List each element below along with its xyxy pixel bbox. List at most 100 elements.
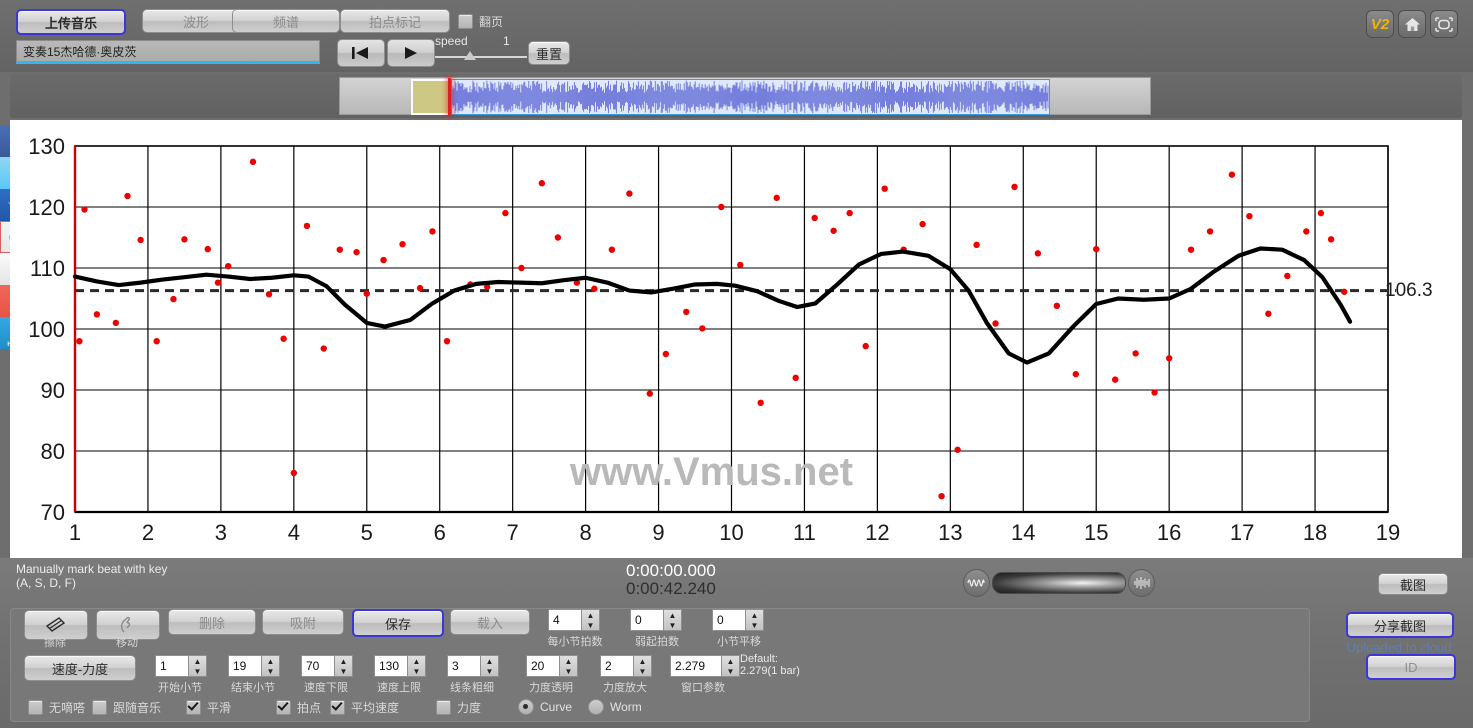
- follow-music-checkbox-row[interactable]: 跟随音乐: [92, 699, 161, 716]
- average-tempo-checkbox[interactable]: [330, 700, 345, 715]
- volume-slider[interactable]: [991, 572, 1127, 594]
- end-bar-stepper[interactable]: 19 ▲ ▼: [228, 655, 280, 677]
- pickup-beats-stepper[interactable]: 0 ▲ ▼: [630, 609, 682, 631]
- pickup-beats-arrows[interactable]: ▲ ▼: [664, 609, 682, 631]
- line-width-arrows[interactable]: ▲ ▼: [481, 655, 499, 677]
- home-icon[interactable]: [1398, 10, 1426, 38]
- tempo-max-value[interactable]: 130: [374, 655, 408, 677]
- smooth-checkbox-row[interactable]: 平滑: [186, 699, 231, 716]
- velocity-scale-value[interactable]: 2: [600, 655, 634, 677]
- tempo-chart-canvas[interactable]: 7080901001101201301 2 3 4 5 6 7 8 9 10 11 12 13 14 15 1…: [10, 120, 1462, 558]
- tempo-chart[interactable]: 70 80 90 100 110 120 130 1 2 3 4 5 6 7 8 9 10 11 12 13 14 15 1…: [10, 120, 1462, 558]
- curve-radio-row[interactable]: Curve: [518, 699, 572, 715]
- manual-beat-hint: Manually mark beat with key (A, S, D, F): [16, 562, 167, 590]
- tempo-min-stepper[interactable]: 70 ▲ ▼: [301, 655, 353, 677]
- beat-points-checkbox[interactable]: [276, 700, 291, 715]
- line-width-stepper[interactable]: 3 ▲ ▼: [447, 655, 499, 677]
- velocity-checkbox-row[interactable]: 力度: [436, 699, 481, 716]
- waveform-active-region[interactable]: [451, 79, 1050, 115]
- start-bar-arrows[interactable]: ▲ ▼: [189, 655, 207, 677]
- snapshot-button[interactable]: 截图: [1378, 573, 1448, 595]
- window-param-arrows[interactable]: ▲ ▼: [722, 655, 740, 677]
- fullscreen-icon[interactable]: [1430, 10, 1458, 38]
- line-width-value[interactable]: 3: [447, 655, 481, 677]
- worm-radio-row[interactable]: Worm: [588, 699, 642, 715]
- beats-per-bar-value[interactable]: 4: [548, 609, 582, 631]
- volume-control[interactable]: [963, 569, 1155, 597]
- velocity-checkbox[interactable]: [436, 700, 451, 715]
- tab-beat-marks[interactable]: 拍点标记: [340, 9, 450, 33]
- tempo-velocity-label: 速度-力度: [51, 661, 109, 677]
- tempo-min-value[interactable]: 70: [301, 655, 335, 677]
- velocity-opacity-value[interactable]: 20: [526, 655, 560, 677]
- worm-radio[interactable]: [588, 699, 604, 715]
- tab-upload-music-label: 上传音乐: [44, 15, 97, 31]
- v2-badge-icon[interactable]: V2: [1366, 10, 1394, 38]
- beat-points-checkbox-row[interactable]: 拍点: [276, 699, 321, 716]
- end-bar-value[interactable]: 19: [228, 655, 262, 677]
- cloud-id-label: ID: [1404, 659, 1418, 675]
- pickup-beats-value[interactable]: 0: [630, 609, 664, 631]
- hand-move-icon: [120, 616, 131, 633]
- tab-spectrum[interactable]: 频谱: [232, 9, 340, 33]
- start-bar-stepper[interactable]: 1 ▲ ▼: [155, 655, 207, 677]
- start-bar-value[interactable]: 1: [155, 655, 189, 677]
- curve-radio[interactable]: [518, 699, 534, 715]
- end-bar-arrows[interactable]: ▲ ▼: [262, 655, 280, 677]
- waveform-overview-bar[interactable]: [10, 74, 1462, 118]
- tempo-velocity-button[interactable]: 速度-力度: [24, 655, 136, 681]
- svg-text:7: 7: [507, 520, 519, 545]
- flip-page-checkbox[interactable]: [458, 14, 473, 29]
- bar-offset-arrows[interactable]: ▲ ▼: [746, 609, 764, 631]
- eraser-icon: [45, 617, 66, 632]
- no-tick-checkbox[interactable]: [28, 700, 43, 715]
- worm-label: Worm: [610, 700, 642, 714]
- waveform-selection-box[interactable]: [411, 79, 451, 115]
- bar-offset-value[interactable]: 0: [712, 609, 746, 631]
- share-screenshot-button[interactable]: 分享截图: [1346, 612, 1454, 638]
- velocity-scale-stepper[interactable]: 2 ▲ ▼: [600, 655, 652, 677]
- smooth-checkbox[interactable]: [186, 700, 201, 715]
- flip-page-checkbox-row[interactable]: 翻页: [458, 13, 503, 30]
- no-tick-checkbox-row[interactable]: 无嘀嗒: [28, 699, 85, 716]
- waveform-playhead[interactable]: [448, 78, 451, 116]
- svg-text:4: 4: [288, 520, 300, 545]
- time-total: 0:00:42.240: [626, 579, 716, 598]
- tempo-max-stepper[interactable]: 130 ▲ ▼: [374, 655, 426, 677]
- waveform-smooth-icon[interactable]: [963, 569, 990, 597]
- svg-text:18: 18: [1303, 520, 1327, 545]
- bar-offset-stepper[interactable]: 0 ▲ ▼: [712, 609, 764, 631]
- follow-music-checkbox[interactable]: [92, 700, 107, 715]
- tempo-max-arrows[interactable]: ▲ ▼: [408, 655, 426, 677]
- velocity-opacity-arrows[interactable]: ▲ ▼: [560, 655, 578, 677]
- waveform-overview-track[interactable]: [339, 77, 1151, 116]
- speed-slider-track[interactable]: [435, 56, 527, 58]
- rewind-button[interactable]: [337, 39, 385, 67]
- play-button[interactable]: [387, 39, 435, 67]
- tempo-min-arrows[interactable]: ▲ ▼: [335, 655, 353, 677]
- velocity-scale-arrows[interactable]: ▲ ▼: [634, 655, 652, 677]
- beats-per-bar-arrows[interactable]: ▲ ▼: [582, 609, 600, 631]
- top-toolbar: 上传音乐 波形 频谱 拍点标记 翻页 变奏15杰哈德·奥皮茨 speed 1 重…: [0, 0, 1473, 72]
- speed-slider-knob[interactable]: [464, 51, 476, 60]
- delete-button[interactable]: 删除: [168, 609, 256, 635]
- load-button[interactable]: 载入: [450, 609, 530, 635]
- velocity-label: 力度: [457, 701, 482, 715]
- save-button[interactable]: 保存: [352, 609, 444, 637]
- track-title-input[interactable]: 变奏15杰哈德·奥皮茨: [16, 40, 320, 64]
- bar-offset-label: 小节平移: [717, 636, 761, 648]
- reset-button[interactable]: 重置: [528, 41, 570, 65]
- cloud-id-button[interactable]: ID: [1366, 654, 1456, 680]
- beats-per-bar-stepper[interactable]: 4 ▲ ▼: [548, 609, 600, 631]
- snap-button[interactable]: 吸附: [262, 609, 344, 635]
- tab-upload-music[interactable]: 上传音乐: [16, 9, 126, 35]
- waveform-dense-icon[interactable]: [1128, 569, 1155, 597]
- window-param-stepper[interactable]: 2.279 ▲ ▼: [670, 655, 740, 677]
- window-param-value[interactable]: 2.279: [670, 655, 722, 677]
- svg-text:70: 70: [41, 500, 65, 525]
- svg-text:14: 14: [1011, 520, 1035, 545]
- flip-page-label: 翻页: [479, 15, 504, 29]
- end-bar-label: 结束小节: [231, 682, 275, 694]
- average-tempo-checkbox-row[interactable]: 平均速度: [330, 699, 399, 716]
- velocity-opacity-stepper[interactable]: 20 ▲ ▼: [526, 655, 578, 677]
